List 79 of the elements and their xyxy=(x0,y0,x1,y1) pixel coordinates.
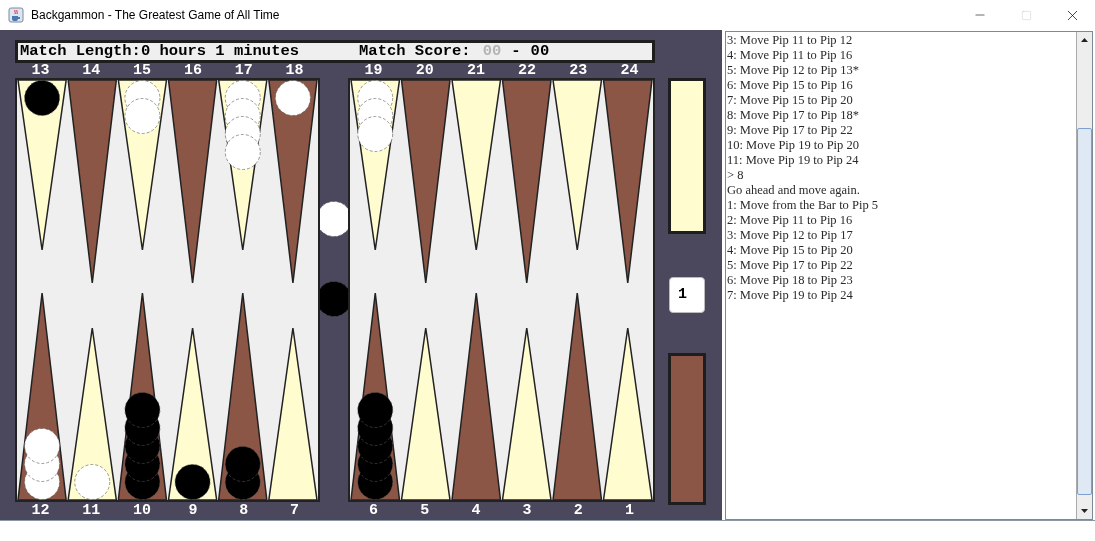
score-separator: - xyxy=(511,40,521,62)
board-point[interactable] xyxy=(268,80,318,284)
board-point[interactable] xyxy=(451,292,502,500)
point-number: 2 xyxy=(573,503,583,517)
log-line: 5: Move Pip 12 to Pip 13* xyxy=(727,63,860,78)
point-number: 13 xyxy=(31,63,50,77)
board-point[interactable] xyxy=(167,80,218,284)
scroll-thumb[interactable] xyxy=(1077,128,1092,495)
log-line: 4: Move Pip 11 to Pip 16 xyxy=(727,48,854,63)
checker-stack[interactable] xyxy=(320,201,348,237)
point-number: 4 xyxy=(471,503,481,517)
log-line: 7: Move Pip 19 to Pip 24 xyxy=(727,288,854,303)
log-line: 5: Move Pip 17 to Pip 22 xyxy=(727,258,854,273)
point-number: 24 xyxy=(620,63,639,77)
board-point[interactable] xyxy=(67,80,118,284)
board-point[interactable] xyxy=(217,292,268,500)
log-line: 1: Move from the Bar to Pip 5 xyxy=(727,198,880,213)
match-score-label: Match Score: xyxy=(359,40,471,62)
log-line: Go ahead and move again. xyxy=(727,183,861,198)
board-point[interactable] xyxy=(602,327,653,500)
window-title: Backgammon - The Greatest Game of All Time xyxy=(31,7,280,24)
board-point[interactable] xyxy=(217,80,268,251)
point-number: 14 xyxy=(82,63,101,77)
match-length: Match Length:0 hours 1 minutes xyxy=(20,40,300,62)
board-point[interactable] xyxy=(67,327,118,500)
score-value: 00 xyxy=(530,40,550,62)
point-number: 6 xyxy=(369,503,379,517)
point-number: 8 xyxy=(239,503,249,517)
point-number: 11 xyxy=(82,503,101,517)
board-point[interactable] xyxy=(167,327,218,500)
scrollbar[interactable] xyxy=(1076,32,1092,519)
point-number: 22 xyxy=(518,63,537,77)
board-point[interactable] xyxy=(451,80,502,251)
board-point[interactable] xyxy=(552,80,603,251)
board-point[interactable] xyxy=(350,292,401,500)
board-point[interactable] xyxy=(501,327,552,500)
board-point[interactable] xyxy=(552,292,603,500)
point-number: 7 xyxy=(290,503,300,517)
board-point[interactable] xyxy=(400,327,451,500)
log-line: 11: Move Pip 19 to Pip 24 xyxy=(727,153,860,168)
board-point[interactable] xyxy=(117,292,168,500)
log-line: 10: Move Pip 19 to Pip 20 xyxy=(727,138,860,153)
point-number: 23 xyxy=(569,63,588,77)
log-line: 3: Move Pip 11 to Pip 12 xyxy=(727,33,854,48)
point-number: 15 xyxy=(133,63,152,77)
log-line: 6: Move Pip 18 to Pip 23 xyxy=(727,273,854,288)
point-number: 10 xyxy=(133,503,152,517)
point-number: 12 xyxy=(31,503,50,517)
board-point[interactable] xyxy=(400,80,451,284)
maximize-icon xyxy=(1020,9,1032,21)
board-point[interactable] xyxy=(267,327,318,500)
point-number: 3 xyxy=(522,503,532,517)
checker-stack[interactable] xyxy=(320,281,348,317)
point-number: 18 xyxy=(285,63,304,77)
point-number: 20 xyxy=(415,63,434,77)
point-number: 9 xyxy=(188,503,198,517)
point-number: 21 xyxy=(466,63,485,77)
coffee-cup-icon xyxy=(8,7,24,23)
log-line: 4: Move Pip 15 to Pip 20 xyxy=(727,243,854,258)
point-number: 16 xyxy=(183,63,202,77)
log-line: 8: Move Pip 17 to Pip 18* xyxy=(727,108,860,123)
board-point[interactable] xyxy=(501,80,552,284)
board-point[interactable] xyxy=(17,80,68,251)
point-number: 17 xyxy=(234,63,253,77)
board-point[interactable] xyxy=(117,80,168,251)
point-number: 1 xyxy=(624,503,634,517)
log-line: 3: Move Pip 12 to Pip 17 xyxy=(727,228,854,243)
score-value: 00 xyxy=(482,40,502,62)
log-line: 6: Move Pip 15 to Pip 16 xyxy=(727,78,854,93)
cube-value: 1 xyxy=(678,284,687,305)
log-line: 2: Move Pip 11 to Pip 16 xyxy=(727,213,854,228)
log-line: 9: Move Pip 17 to Pip 22 xyxy=(727,123,854,138)
board-point[interactable] xyxy=(602,80,653,284)
log-line: > 8 xyxy=(727,168,745,183)
board-point[interactable] xyxy=(17,292,67,500)
board-point[interactable] xyxy=(350,80,401,251)
log-line: 7: Move Pip 15 to Pip 20 xyxy=(727,93,854,108)
point-number: 19 xyxy=(364,63,383,77)
point-number: 5 xyxy=(420,503,430,517)
